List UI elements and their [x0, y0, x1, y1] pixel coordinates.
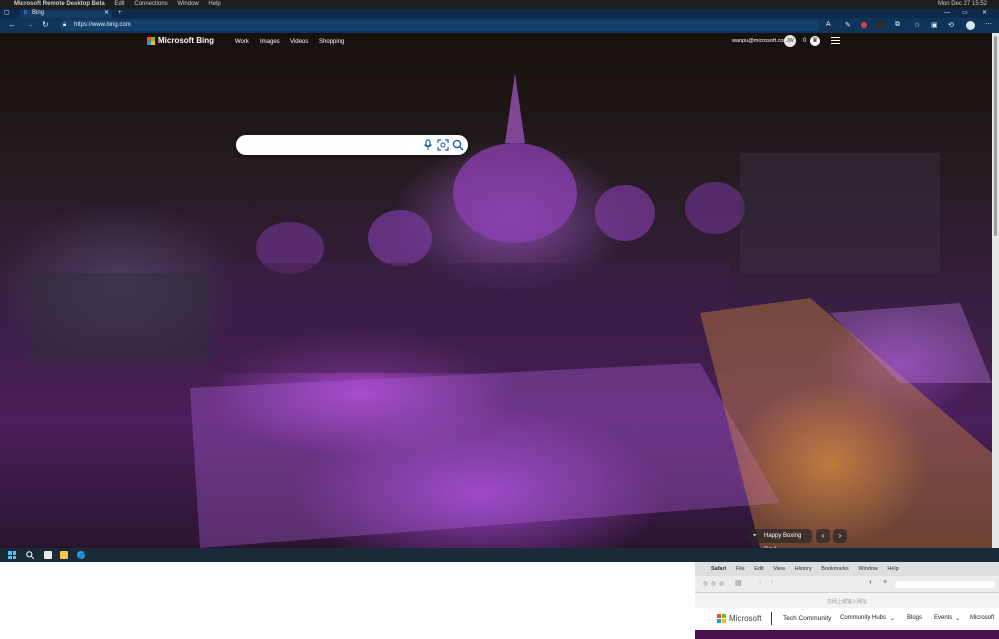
bing-homepage: Microsoft Bing Work Images Videos Shoppi… [0, 33, 992, 548]
safari-menu-bookmarks[interactable]: Bookmarks [821, 566, 849, 572]
tech-community-header: Microsoft Tech Community Community Hubs … [695, 608, 999, 630]
taskbar-search-icon[interactable] [26, 551, 34, 559]
window-minimize-button[interactable] [711, 581, 716, 586]
search-input[interactable] [244, 139, 418, 153]
previous-image-icon[interactable]: ‹ [816, 529, 830, 543]
restore-icon[interactable]: ▭ [962, 9, 968, 18]
app-menu[interactable]: Microsoft Remote Desktop Beta [14, 1, 105, 7]
hamburger-menu-icon[interactable] [831, 37, 840, 45]
back-icon[interactable]: ← [8, 20, 16, 29]
scrollbar-thumb[interactable] [994, 36, 997, 236]
safari-back-icon[interactable]: ‹ [759, 579, 761, 586]
url-text: https://www.bing.com [74, 22, 131, 28]
menu-help[interactable]: Help [208, 1, 220, 7]
lock-icon: 🔒︎ [63, 22, 67, 28]
url-field[interactable]: 🔒︎ https://www.bing.com [60, 20, 820, 31]
safari-menu-view[interactable]: View [773, 566, 785, 572]
safari-window: Safari File Edit View History Bookmarks … [695, 562, 999, 639]
collections-icon[interactable]: ▣ [931, 21, 938, 29]
window-zoom-button[interactable] [719, 581, 724, 586]
chevron-down-icon: ⌄ [890, 616, 896, 622]
tab-actions-icon[interactable]: ▢ [4, 9, 10, 18]
nav-images[interactable]: Images [260, 39, 280, 45]
nav-shopping[interactable]: Shopping [319, 39, 344, 45]
history-icon[interactable]: ⟲ [948, 21, 954, 29]
microsoft-brand[interactable]: Microsoft [729, 614, 761, 623]
tab-bing[interactable]: b Bing ✕ [20, 10, 112, 18]
split-screen-icon[interactable]: ⧉ [895, 21, 900, 29]
windows-start-icon[interactable] [8, 551, 16, 559]
account-email[interactable]: wanpu@microsoft.com [732, 38, 788, 44]
mac-menubar: Microsoft Remote Desktop Beta Edit Conne… [0, 0, 999, 9]
forward-icon[interactable]: → [26, 20, 34, 29]
menu-connections[interactable]: Connections [134, 1, 167, 7]
microsoft-logo-icon[interactable] [717, 614, 726, 623]
accent-bar [695, 630, 999, 639]
task-view-icon[interactable] [44, 551, 52, 559]
profile-icon[interactable] [966, 21, 975, 30]
nav-microsoft[interactable]: Microsoft [970, 615, 994, 621]
menu-edit[interactable]: Edit [114, 1, 124, 7]
favorites-icon[interactable]: ☆ [914, 21, 920, 29]
microphone-icon[interactable] [423, 139, 433, 151]
safari-toolbar: ▤ ‹ › ◐ ≡ [695, 576, 999, 593]
search-icon[interactable] [452, 139, 464, 151]
safari-menu-edit[interactable]: Edit [754, 566, 763, 572]
address-toolbar: ← → ↻ 🔒︎ https://www.bing.com A ✎ ⧉ ☆ ▣ … [0, 18, 999, 33]
safari-search-hint: 在网上或输入网址 [826, 599, 867, 605]
privacy-shield-icon[interactable]: ◐ [869, 579, 873, 586]
image-caption[interactable]: ⌖ Happy Boxing Day! [748, 529, 812, 548]
background-image [30, 73, 992, 548]
tab-strip: ▢ b Bing ✕ + — ▭ ✕ [0, 9, 999, 18]
safari-menu-help[interactable]: Help [887, 566, 898, 572]
close-tab-icon[interactable]: ✕ [104, 9, 109, 18]
minimize-icon[interactable]: — [944, 9, 950, 18]
refresh-icon[interactable]: ↻ [42, 20, 49, 29]
safari-menubar: Safari File Edit View History Bookmarks … [695, 562, 999, 576]
safari-address-field[interactable] [895, 581, 995, 588]
safari-menu-file[interactable]: File [736, 566, 745, 572]
rewards-points[interactable]: 0 [803, 38, 806, 44]
chevron-down-icon: ⌄ [955, 616, 961, 622]
next-image-icon[interactable]: › [833, 529, 847, 543]
site-title[interactable]: Tech Community [783, 615, 831, 622]
alert-badge-icon[interactable] [861, 22, 867, 28]
visual-search-icon[interactable] [437, 139, 449, 151]
location-pin-icon: ⌖ [753, 533, 757, 539]
new-tab-icon[interactable]: + [118, 9, 122, 18]
safari-menu-history[interactable]: History [795, 566, 812, 572]
menu-window[interactable]: Window [177, 1, 198, 7]
nav-blogs[interactable]: Blogs [907, 615, 922, 621]
clock: Mon Dec 27 15:52 [937, 1, 987, 7]
nav-events[interactable]: Events [934, 615, 952, 621]
nav-community-hubs[interactable]: Community Hubs [840, 615, 886, 621]
close-window-icon[interactable]: ✕ [982, 9, 987, 18]
read-aloud-icon[interactable]: A [826, 21, 831, 28]
bing-logo-text[interactable]: Microsoft Bing [158, 36, 214, 45]
safari-forward-icon[interactable]: › [771, 579, 773, 586]
nav-videos[interactable]: Videos [290, 39, 308, 45]
safari-menu-window[interactable]: Window [858, 566, 878, 572]
extension-icon[interactable]: ✎ [845, 21, 851, 29]
divider [771, 612, 772, 625]
window-close-button[interactable] [703, 581, 708, 586]
edge-browser-icon[interactable] [77, 551, 85, 559]
windows-taskbar [0, 548, 999, 562]
safari-menu-app[interactable]: Safari [711, 566, 726, 572]
tab-title: Bing [32, 10, 45, 16]
sidebar-toggle-icon[interactable]: ▤ [735, 579, 742, 587]
nav-work[interactable]: Work [235, 39, 249, 45]
more-icon[interactable]: ⋯ [985, 20, 992, 28]
page-menu-icon[interactable]: ≡ [883, 579, 887, 586]
bing-tab-icon: b [24, 10, 28, 16]
microsoft-logo-icon [147, 37, 155, 45]
file-explorer-icon[interactable] [60, 551, 68, 559]
search-box[interactable] [236, 135, 468, 155]
avatar[interactable]: JW [784, 35, 796, 47]
rewards-trophy-icon[interactable]: ♛ [810, 36, 820, 46]
extension-badge-icon[interactable] [876, 21, 886, 28]
